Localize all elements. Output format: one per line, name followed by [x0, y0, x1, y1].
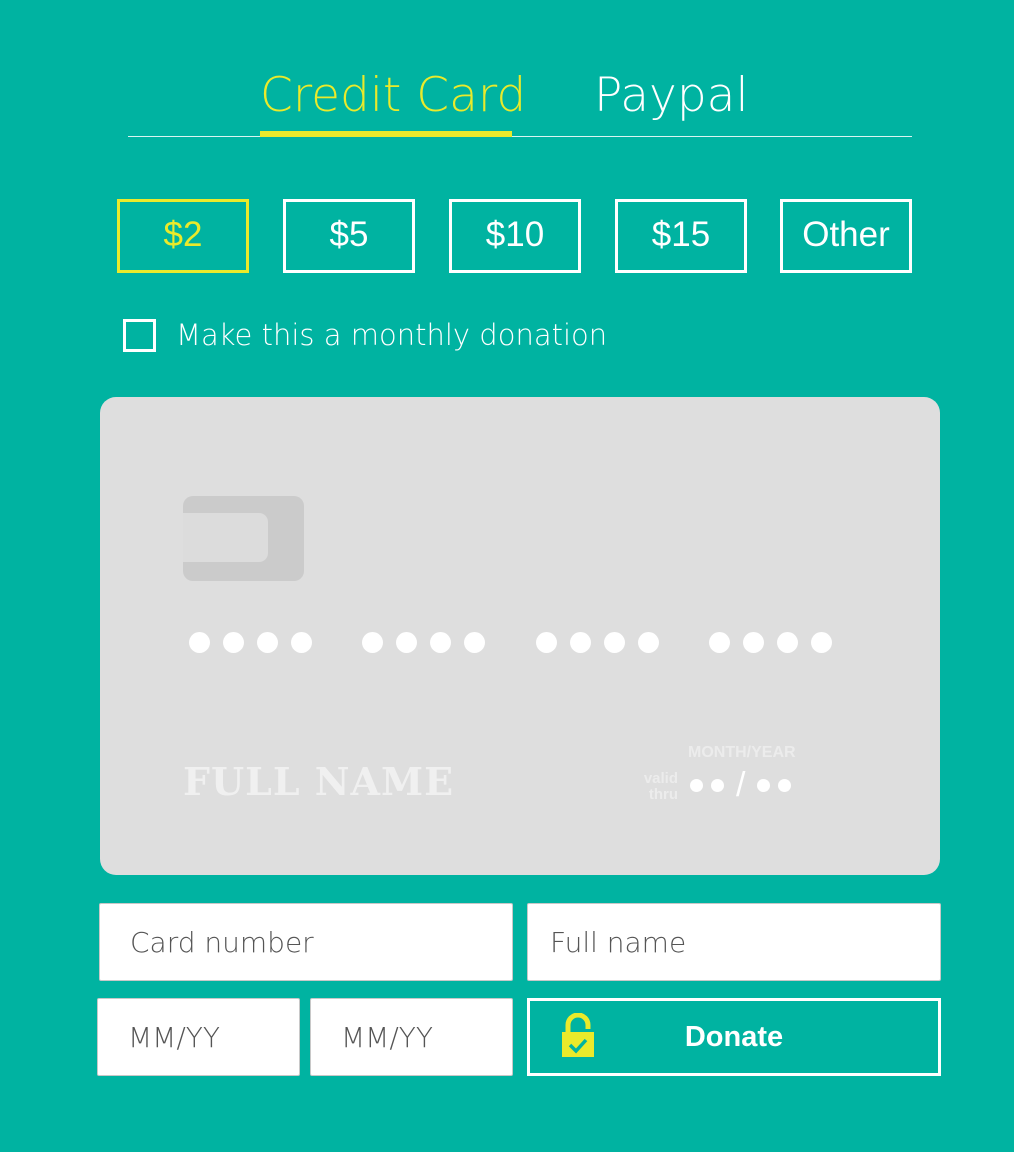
- tab-paypal-label: Paypal: [594, 68, 749, 123]
- donate-label: Donate: [684, 1021, 784, 1053]
- card-chip-icon: [183, 496, 304, 581]
- expiry-dot: [757, 778, 771, 792]
- card-holder-name: FULL NAME: [183, 759, 455, 804]
- card-number-dot: [257, 632, 278, 653]
- card-expiry-masked: /: [690, 766, 799, 804]
- tab-paypal[interactable]: Paypal: [594, 64, 749, 136]
- card-number-dot: [604, 632, 625, 653]
- tab-credit-card[interactable]: Credit Card: [260, 64, 526, 137]
- card-number-dot: [362, 632, 383, 653]
- active-tab-underline: [260, 131, 512, 137]
- amount-button-10[interactable]: $10: [449, 199, 581, 273]
- monthly-donation-checkbox[interactable]: [123, 318, 156, 352]
- credit-card-preview: FULL NAME valid thru MONTH/YEAR /: [100, 397, 940, 875]
- amount-button-2[interactable]: $2: [117, 199, 249, 273]
- card-number-dot: [777, 632, 798, 653]
- valid-label: valid: [643, 770, 678, 787]
- expiry-slash: /: [736, 766, 746, 804]
- card-number-group-4: [709, 632, 832, 654]
- card-number-dot: [743, 632, 764, 653]
- donate-button[interactable]: Donate: [527, 998, 941, 1076]
- card-number-dot: [430, 632, 451, 653]
- card-number-dot: [811, 632, 832, 653]
- card-chip-contact: [183, 513, 268, 562]
- amount-button-other[interactable]: Other: [780, 199, 912, 273]
- card-number-dot: [223, 632, 244, 653]
- card-number-dot: [709, 632, 730, 653]
- expiry-format-label: MONTH/YEAR: [688, 744, 796, 761]
- amount-button-15[interactable]: $15: [615, 199, 747, 273]
- card-number-group-3: [536, 632, 659, 654]
- card-number-dot: [464, 632, 485, 653]
- monthly-donation-label: Make this a monthly donation: [176, 318, 608, 352]
- expiry-month-field[interactable]: [97, 998, 300, 1076]
- thru-label: thru: [648, 786, 678, 803]
- expiry-dot: [778, 778, 792, 792]
- amount-button-5[interactable]: $5: [283, 199, 415, 273]
- card-number-dot: [536, 632, 557, 653]
- card-number-dot: [570, 632, 591, 653]
- tab-credit-card-label: Credit Card: [260, 68, 527, 123]
- payment-method-tabs: Credit Card Paypal: [128, 64, 912, 137]
- valid-thru-label: valid thru: [638, 771, 678, 803]
- full-name-field[interactable]: [527, 903, 941, 981]
- expiry-year-field[interactable]: [310, 998, 513, 1076]
- card-number-dot: [291, 632, 312, 653]
- monthly-donation-option[interactable]: Make this a monthly donation: [123, 315, 607, 355]
- expiry-dot: [690, 778, 703, 792]
- card-number-dot: [189, 632, 210, 653]
- card-number-group-2: [362, 632, 485, 654]
- expiry-dot: [711, 778, 724, 792]
- card-number-dot: [638, 632, 659, 653]
- card-number-dot: [396, 632, 417, 653]
- card-number-field[interactable]: [99, 903, 513, 981]
- amount-options: $2 $5 $10 $15 Other: [117, 199, 912, 273]
- card-number-group-1: [189, 632, 312, 654]
